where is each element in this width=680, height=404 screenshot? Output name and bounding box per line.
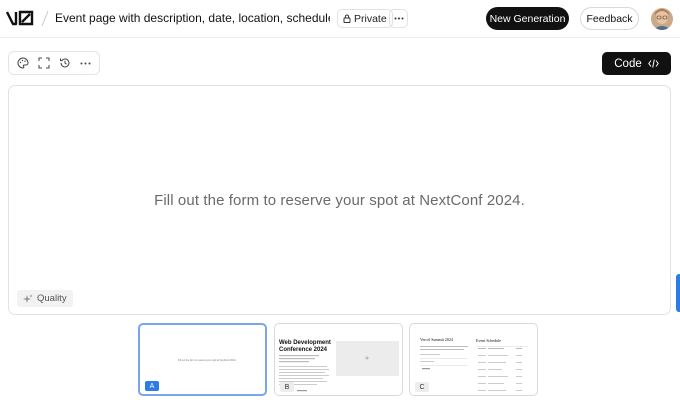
- lock-icon: [343, 14, 351, 23]
- privacy-button[interactable]: Private: [337, 9, 393, 28]
- thumbnail-a-badge: A: [145, 381, 159, 391]
- thumbnail-a-caption: Fill out the form to reserve your spot a…: [178, 359, 237, 362]
- more-icon: [80, 62, 91, 64]
- breadcrumb-separator: [41, 10, 49, 27]
- more-options-button[interactable]: [389, 9, 408, 28]
- thumbnail-c[interactable]: Vercel Summit 2024 Event Schedule C: [409, 323, 538, 396]
- fullscreen-icon: [38, 57, 49, 69]
- avatar-image: [651, 8, 673, 30]
- code-button[interactable]: Code: [602, 52, 671, 75]
- preview-message: Fill out the form to reserve your spot a…: [154, 192, 525, 209]
- v0-logo[interactable]: [6, 10, 34, 26]
- history-button[interactable]: [56, 54, 74, 72]
- avatar[interactable]: [651, 8, 673, 30]
- preview-pane[interactable]: Fill out the form to reserve your spot a…: [8, 85, 671, 315]
- ellipsis-icon: [394, 17, 403, 20]
- feedback-button[interactable]: Feedback: [580, 7, 639, 30]
- more-button[interactable]: [77, 54, 95, 72]
- history-icon: [59, 58, 69, 68]
- thumbnail-c-content: [420, 346, 528, 391]
- quality-button[interactable]: Quality: [17, 290, 73, 307]
- top-bar: Event page with description, date, locat…: [0, 0, 680, 38]
- thumbnail-a[interactable]: Fill out the form to reserve your spot a…: [138, 323, 267, 396]
- thumbnail-b[interactable]: Web Development Conference 2024 B: [274, 323, 403, 396]
- new-generation-button[interactable]: New Generation: [486, 7, 569, 30]
- palette-icon: [17, 57, 29, 69]
- thumbnail-b-badge: B: [280, 382, 294, 392]
- code-button-label: Code: [614, 57, 642, 70]
- preview-toolbar: [8, 51, 100, 75]
- thumbnail-b-content: [279, 341, 399, 392]
- side-scroll-handle[interactable]: [676, 274, 680, 312]
- privacy-label: Private: [354, 12, 387, 25]
- theme-button[interactable]: [14, 54, 32, 72]
- thumbnail-c-badge: C: [415, 382, 429, 392]
- code-icon: [647, 59, 659, 68]
- sparkle-icon: [23, 294, 33, 303]
- page-title[interactable]: Event page with description, date, locat…: [55, 11, 330, 25]
- quality-label: Quality: [37, 293, 67, 304]
- fullscreen-button[interactable]: [35, 54, 53, 72]
